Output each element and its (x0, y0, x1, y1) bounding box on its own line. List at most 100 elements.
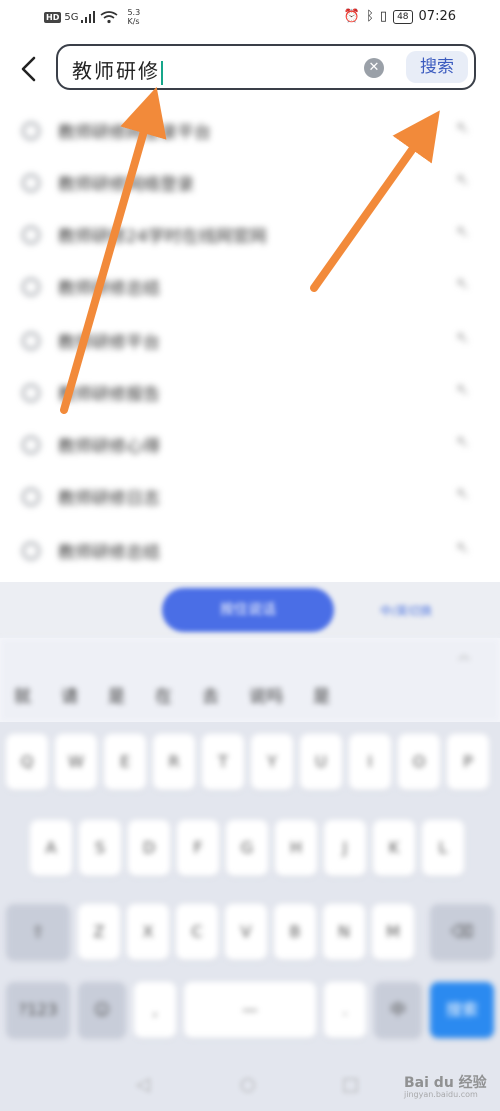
candidate-word[interactable]: 在 (155, 682, 172, 707)
key[interactable]: C (176, 904, 218, 960)
fill-arrow-icon[interactable]: ↖ (456, 274, 469, 293)
signal-icon (81, 11, 96, 23)
candidate-word[interactable]: 就 (14, 682, 31, 707)
nav-home-icon[interactable]: ○ (240, 1074, 256, 1095)
search-button[interactable]: 搜索 (406, 51, 468, 83)
search-icon (22, 332, 40, 350)
key[interactable]: U (300, 734, 342, 790)
wifi-icon (100, 10, 118, 23)
list-item[interactable]: 教师研修平台 ↖ (0, 316, 500, 368)
key[interactable]: Z (78, 904, 120, 960)
suggestion-text: 教师研修心得 (58, 437, 160, 457)
vibrate-icon: ▯ (379, 9, 388, 24)
search-icon (22, 278, 40, 296)
enter-key[interactable]: 搜索 (430, 982, 494, 1038)
key[interactable]: D (128, 820, 170, 876)
battery-icon: 48 (393, 9, 413, 24)
symbols-key[interactable]: ?123 (6, 982, 70, 1038)
key[interactable]: R (153, 734, 195, 790)
list-item[interactable]: 教师研修网络登录 ↖ (0, 158, 500, 210)
key[interactable]: Y (251, 734, 293, 790)
key[interactable]: H (275, 820, 317, 876)
baidu-watermark: Bai du 经验 jingyan.baidu.com (404, 1072, 487, 1099)
list-item[interactable]: 教师研修网登录平台 ↖ (0, 106, 500, 158)
search-icon (22, 436, 40, 454)
key[interactable]: L (422, 820, 464, 876)
key[interactable]: I (349, 734, 391, 790)
backspace-key[interactable]: ⌫ (430, 904, 494, 960)
language-toggle[interactable]: 中/英切换 (380, 602, 432, 619)
search-input[interactable]: 教师研修 ✕ 搜索 (56, 44, 476, 90)
key[interactable]: B (274, 904, 316, 960)
shift-key[interactable]: ⇧ (6, 904, 70, 960)
key[interactable]: J (324, 820, 366, 876)
key[interactable]: P (447, 734, 489, 790)
key[interactable]: T (202, 734, 244, 790)
list-item[interactable]: 教师研修总结 ↖ (0, 262, 500, 314)
voice-input-button[interactable]: 按住说话 (162, 588, 334, 632)
search-query[interactable]: 教师研修 (72, 55, 163, 85)
suggestion-list: 教师研修网登录平台 ↖ 教师研修网络登录 ↖ 教师研修24学时在线网官网 ↖ 教师研修… (0, 104, 500, 582)
candidate-word[interactable]: 去 (202, 682, 219, 707)
candidate-word[interactable]: 是 (108, 682, 125, 707)
search-icon (22, 384, 40, 402)
key[interactable]: O (398, 734, 440, 790)
fill-arrow-icon[interactable]: ↖ (456, 484, 469, 503)
back-arrow-icon[interactable] (16, 54, 42, 84)
suggestion-text: 教师研修总结 (58, 279, 160, 299)
alarm-icon: ⏰ (343, 9, 361, 24)
space-key[interactable]: — (184, 982, 316, 1038)
list-item[interactable]: 教师研修心得 ↖ (0, 420, 500, 472)
key[interactable]: G (226, 820, 268, 876)
key[interactable]: A (30, 820, 72, 876)
search-icon (22, 488, 40, 506)
search-query-text: 教师研修 (72, 59, 160, 83)
period-key[interactable]: . (324, 982, 366, 1038)
clear-icon[interactable]: ✕ (364, 58, 384, 78)
comma-key[interactable]: , (134, 982, 176, 1038)
list-item[interactable]: 教师研修报告 ↖ (0, 368, 500, 420)
emoji-key[interactable]: ☺ (78, 982, 126, 1038)
list-item[interactable]: 教师研修日志 ↖ (0, 472, 500, 524)
search-icon (22, 174, 40, 192)
key[interactable]: N (323, 904, 365, 960)
search-icon (22, 122, 40, 140)
network-speed: 5.3 K/s (127, 8, 140, 26)
key[interactable]: X (127, 904, 169, 960)
suggestion-text: 教师研修总结 (58, 543, 160, 563)
fill-arrow-icon[interactable]: ↖ (456, 538, 469, 557)
nav-recent-icon[interactable]: □ (342, 1074, 359, 1095)
bluetooth-icon: ᛒ (366, 9, 374, 24)
fill-arrow-icon[interactable]: ↖ (456, 380, 469, 399)
fill-arrow-icon[interactable]: ↖ (456, 222, 469, 241)
suggestion-text: 教师研修24学时在线网官网 (58, 227, 267, 247)
chevron-up-icon[interactable]: ︿ (458, 646, 470, 663)
key[interactable]: Q (6, 734, 48, 790)
key[interactable]: W (55, 734, 97, 790)
fill-arrow-icon[interactable]: ↖ (456, 328, 469, 347)
list-item[interactable]: 教师研修24学时在线网官网 ↖ (0, 210, 500, 262)
key[interactable]: E (104, 734, 146, 790)
fill-arrow-icon[interactable]: ↖ (456, 118, 469, 137)
candidate-word[interactable]: 是 (313, 682, 330, 707)
nav-back-icon[interactable]: ◁ (136, 1074, 150, 1095)
key[interactable]: M (372, 904, 414, 960)
key[interactable]: S (79, 820, 121, 876)
key[interactable]: V (225, 904, 267, 960)
fill-arrow-icon[interactable]: ↖ (456, 170, 469, 189)
suggestion-text: 教师研修报告 (58, 385, 160, 405)
candidate-word[interactable]: 请 (61, 682, 78, 707)
candidate-word[interactable]: 说吗 (249, 682, 283, 707)
search-icon (22, 542, 40, 560)
keyboard-toolbar: 按住说话 中/英切换 (0, 582, 500, 638)
key[interactable]: K (373, 820, 415, 876)
key[interactable]: F (177, 820, 219, 876)
status-right: ⏰ ᛒ ▯ 48 07:26 (344, 9, 456, 24)
status-left: HD 5G 5.3 K/s (44, 8, 140, 26)
lang-key[interactable]: 中 (374, 982, 422, 1038)
candidate-list: 就 请 是 在 去 说吗 是 (14, 682, 330, 707)
fill-arrow-icon[interactable]: ↖ (456, 432, 469, 451)
suggestion-text: 教师研修网络登录 (58, 175, 194, 195)
list-item[interactable]: 教师研修总结 ↖ (0, 526, 500, 578)
speed-value: 5.3 (127, 8, 141, 17)
